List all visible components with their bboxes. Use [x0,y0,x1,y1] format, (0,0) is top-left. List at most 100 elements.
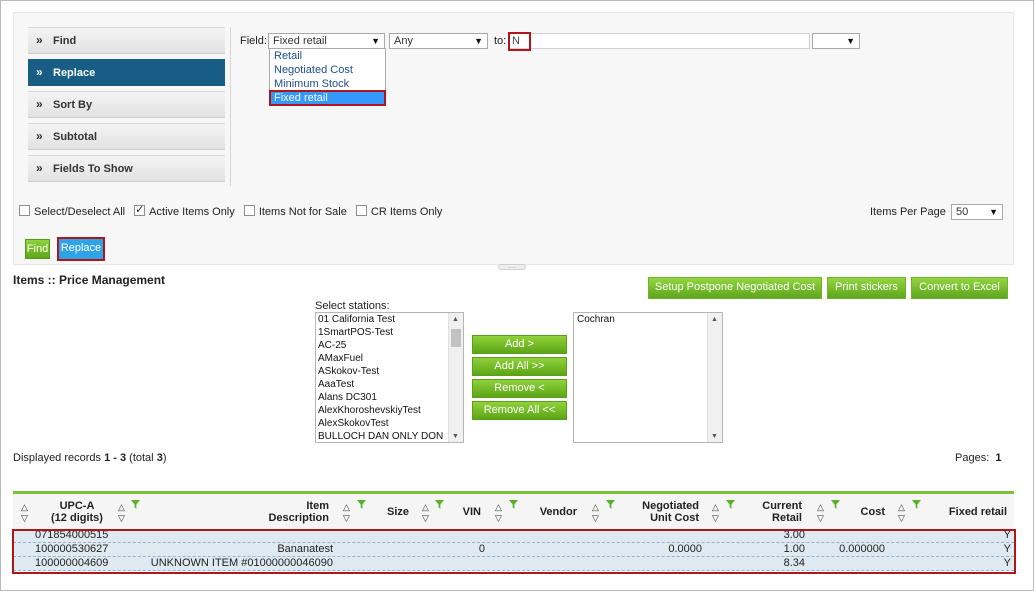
highlight-box [12,529,1016,574]
scrollbar[interactable]: ▲ ▼ [707,313,722,442]
sort-up-icon[interactable]: △ [21,502,28,512]
nav-item-sort-by[interactable]: » Sort By [28,91,225,118]
cr-items-checkbox[interactable] [355,205,367,216]
sort-down-icon[interactable]: ▽ [343,513,350,523]
find-button[interactable]: Find [25,239,50,259]
nav-item-fields-to-show[interactable]: » Fields To Show [28,155,225,182]
filter-icon[interactable] [435,500,444,509]
select-all-checkbox[interactable] [19,205,30,216]
sort-down-icon[interactable]: ▽ [495,513,502,523]
displayed-records: Displayed records 1 - 3 (total 3) [13,452,167,464]
condition-select[interactable]: Any ▼ [389,33,488,49]
scroll-up-icon[interactable]: ▲ [711,316,718,323]
page-link[interactable]: 1 [995,452,1001,464]
sort-down-icon[interactable]: ▽ [118,513,125,523]
convert-excel-button[interactable]: Convert to Excel [911,277,1008,299]
resize-handle[interactable]: .... [498,263,526,270]
sort-down-icon[interactable]: ▽ [592,513,599,523]
list-item[interactable]: Cochran [574,313,722,326]
nav-item-subtotal[interactable]: » Subtotal [28,123,225,150]
add-all-button[interactable]: Add All >> [472,357,567,376]
list-item[interactable]: 01 California Test [316,313,463,326]
items-per-page-select[interactable]: 50 ▼ [951,204,1003,220]
sort-down-icon[interactable]: ▽ [817,513,824,523]
active-only-checkbox[interactable] [134,203,146,216]
setup-postpone-button[interactable]: Setup Postpone Negotiated Cost [648,277,822,299]
dropdown-option-fixed-retail[interactable]: Fixed retail [269,90,386,106]
stations-label: Select stations: [315,300,390,312]
sort-up-icon[interactable]: △ [118,502,125,512]
scroll-down-icon[interactable]: ▼ [711,433,718,440]
sort-up-icon[interactable]: △ [712,502,719,512]
list-item[interactable]: AMaxFuel [316,352,463,365]
scroll-thumb[interactable] [451,329,461,347]
remove-button[interactable]: Remove < [472,379,567,398]
chevron-right-icon: » [36,161,43,175]
column-header-negotiated-cost: Negotiated Unit Cost [642,500,699,524]
column-header-fixed-retail: Fixed retail [948,506,1007,518]
dropdown-option-negotiated-cost[interactable]: Negotiated Cost [270,63,385,77]
replace-button[interactable]: Replace [57,237,105,261]
scroll-down-icon[interactable]: ▼ [452,433,459,440]
to-label: to: [494,35,507,47]
find-panel: » Find » Replace » Sort By » Subtotal » Field… [13,12,1014,265]
sort-up-icon[interactable]: △ [343,502,350,512]
items-per-page-label: Items Per Page [870,206,946,218]
chevron-right-icon: » [36,129,43,143]
pagination: Pages: 1 [955,452,1002,464]
field-dropdown-list: Retail Negotiated Cost Minimum Stock Fix… [269,48,386,106]
scrollbar[interactable]: ▲ ▼ [448,313,463,442]
sort-down-icon[interactable]: ▽ [21,513,28,523]
table-header: △ ▽ UPC-A (12 digits) △ ▽ Item Descripti… [13,491,1014,529]
filter-icon[interactable] [912,500,921,509]
sort-up-icon[interactable]: △ [817,502,824,512]
list-item[interactable]: AlexKhoroshevskiyTest [316,404,463,417]
list-item[interactable]: AlexSkokovTest [316,417,463,430]
dropdown-option-minimum-stock[interactable]: Minimum Stock [270,77,385,91]
available-stations-list[interactable]: 01 California Test 1SmartPOS-Test AC-25 … [315,312,464,443]
list-item[interactable]: AaaTest [316,378,463,391]
sort-down-icon[interactable]: ▽ [712,513,719,523]
selected-stations-list[interactable]: Cochran ▲ ▼ [573,312,723,443]
page-title: Items :: Price Management [13,273,166,287]
nav-item-find[interactable]: » Find [28,27,225,54]
sort-down-icon[interactable]: ▽ [898,513,905,523]
not-for-sale-checkbox[interactable] [243,205,255,216]
column-header-cost: Cost [860,506,885,518]
print-stickers-button[interactable]: Print stickers [827,277,906,299]
to-value-input[interactable]: N [509,33,810,49]
filter-icon[interactable] [831,500,840,509]
filter-icon[interactable] [131,500,140,509]
remove-all-button[interactable]: Remove All << [472,401,567,420]
list-item[interactable]: AC-25 [316,339,463,352]
list-item[interactable]: 1SmartPOS-Test [316,326,463,339]
list-item[interactable]: BULLOCH DAN ONLY DON [316,430,463,442]
sort-up-icon[interactable]: △ [898,502,905,512]
sort-up-icon[interactable]: △ [495,502,502,512]
scroll-up-icon[interactable]: ▲ [452,316,459,323]
sort-down-icon[interactable]: ▽ [422,513,429,523]
column-header-description: Item Description [268,500,329,524]
add-button[interactable]: Add > [472,335,567,354]
filter-icon[interactable] [606,500,615,509]
dropdown-option-retail[interactable]: Retail [270,49,385,63]
dropdown-arrow-icon: ▼ [846,36,855,46]
left-nav: » Find » Replace » Sort By » Subtotal » Field… [28,27,225,187]
column-header-upc: UPC-A (12 digits) [51,500,103,524]
list-item[interactable]: Alans DC301 [316,391,463,404]
list-item[interactable]: ASkokov-Test [316,365,463,378]
column-header-current-retail: Current Retail [762,500,802,524]
filter-icon[interactable] [726,500,735,509]
field-select[interactable]: Fixed retail ▼ [268,33,385,49]
to-unit-select[interactable]: ▼ [812,33,860,49]
filter-icon[interactable] [509,500,518,509]
nav-item-replace[interactable]: » Replace [28,59,225,86]
divider [230,27,231,186]
column-header-vendor: Vendor [539,506,577,518]
chevron-right-icon: » [36,65,43,79]
column-header-vin: VIN [462,506,481,518]
sort-up-icon[interactable]: △ [422,502,429,512]
sort-up-icon[interactable]: △ [592,502,599,512]
dropdown-arrow-icon: ▼ [989,207,998,217]
filter-icon[interactable] [357,500,366,509]
